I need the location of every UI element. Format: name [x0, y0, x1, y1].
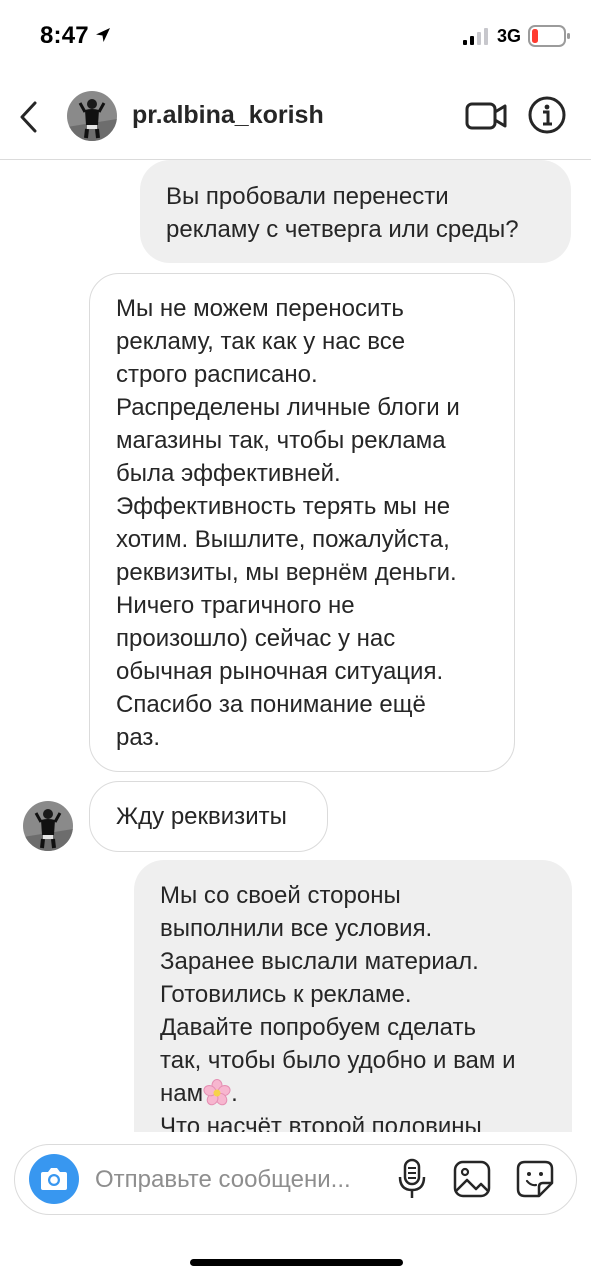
message-line: так, чтобы было удобно и вам и: [160, 1047, 516, 1074]
message-line: хотим. Вышлите, пожалуйста,: [116, 526, 450, 553]
network-type: 3G: [497, 26, 522, 46]
signal-bars-icon: [463, 28, 488, 45]
message-incoming[interactable]: Жду реквизиты: [89, 781, 328, 852]
message-line: обычная рыночная ситуация.: [116, 658, 444, 685]
gallery-icon[interactable]: [452, 1159, 492, 1199]
message-line: раз.: [116, 724, 161, 751]
message-line: Ничего трагичного не: [116, 592, 355, 619]
message-line: Давайте попробуем сделать: [160, 1014, 476, 1041]
video-call-icon[interactable]: [465, 99, 507, 133]
message-line: реквизиты, мы вернём деньги.: [116, 559, 457, 586]
profile-avatar[interactable]: [67, 91, 117, 141]
message-line: выполнили все условия.: [160, 915, 433, 942]
message-line: была эффективней.: [116, 460, 341, 487]
message-line: Жду реквизиты: [116, 803, 287, 830]
message-line: Спасибо за понимание ещё: [116, 691, 426, 718]
home-indicator: [190, 1259, 403, 1266]
battery-low-icon: [528, 25, 570, 47]
message-input[interactable]: [95, 1163, 385, 1197]
back-chevron-icon[interactable]: [14, 97, 46, 137]
status-time: 8:47: [40, 22, 89, 49]
status-bar: 8:47 3G: [0, 0, 591, 75]
info-icon[interactable]: [527, 95, 567, 135]
message-line: Что насчёт второй половины: [160, 1113, 482, 1132]
location-arrow-icon: [96, 28, 110, 42]
message-line: Заранее выслали материал.: [160, 948, 479, 975]
camera-icon: [41, 1168, 67, 1190]
message-line: Эффективность терять мы не: [116, 493, 451, 520]
cherry-blossom-emoji-icon: [203, 1079, 231, 1106]
message-composer: [14, 1144, 577, 1215]
message-thread[interactable]: Вы пробовали перенести рекламу с четверг…: [0, 160, 591, 1132]
message-line: магазины так, чтобы реклама: [116, 427, 446, 454]
message-outgoing[interactable]: Мы со своей стороны выполнили все услови…: [134, 860, 572, 1132]
message-line: нам .: [160, 1079, 238, 1107]
camera-button[interactable]: [29, 1154, 79, 1204]
message-line: Мы не можем переносить: [116, 295, 404, 322]
message-line: рекламу, так как у нас все: [116, 328, 406, 355]
sticker-icon[interactable]: [515, 1159, 555, 1199]
message-line: Мы со своей стороны: [160, 882, 401, 909]
message-text: нам: [160, 1080, 204, 1107]
chat-header: pr.albina_korish: [0, 75, 591, 160]
message-line: Вы пробовали перенести: [166, 183, 449, 210]
message-line: рекламу с четверга или среды?: [166, 216, 519, 243]
microphone-icon[interactable]: [397, 1158, 427, 1200]
message-line: строго расписано.: [116, 361, 318, 388]
message-line: Готовились к рекламе.: [160, 981, 412, 1008]
sender-avatar[interactable]: [23, 801, 73, 851]
message-outgoing[interactable]: Вы пробовали перенести рекламу с четверг…: [140, 160, 571, 263]
message-line: произошло) сейчас у нас: [116, 625, 396, 652]
message-incoming[interactable]: Мы не можем переносить рекламу, так как …: [89, 273, 515, 772]
chat-username[interactable]: pr.albina_korish: [132, 101, 324, 130]
message-line: Распределены личные блоги и: [116, 394, 460, 421]
